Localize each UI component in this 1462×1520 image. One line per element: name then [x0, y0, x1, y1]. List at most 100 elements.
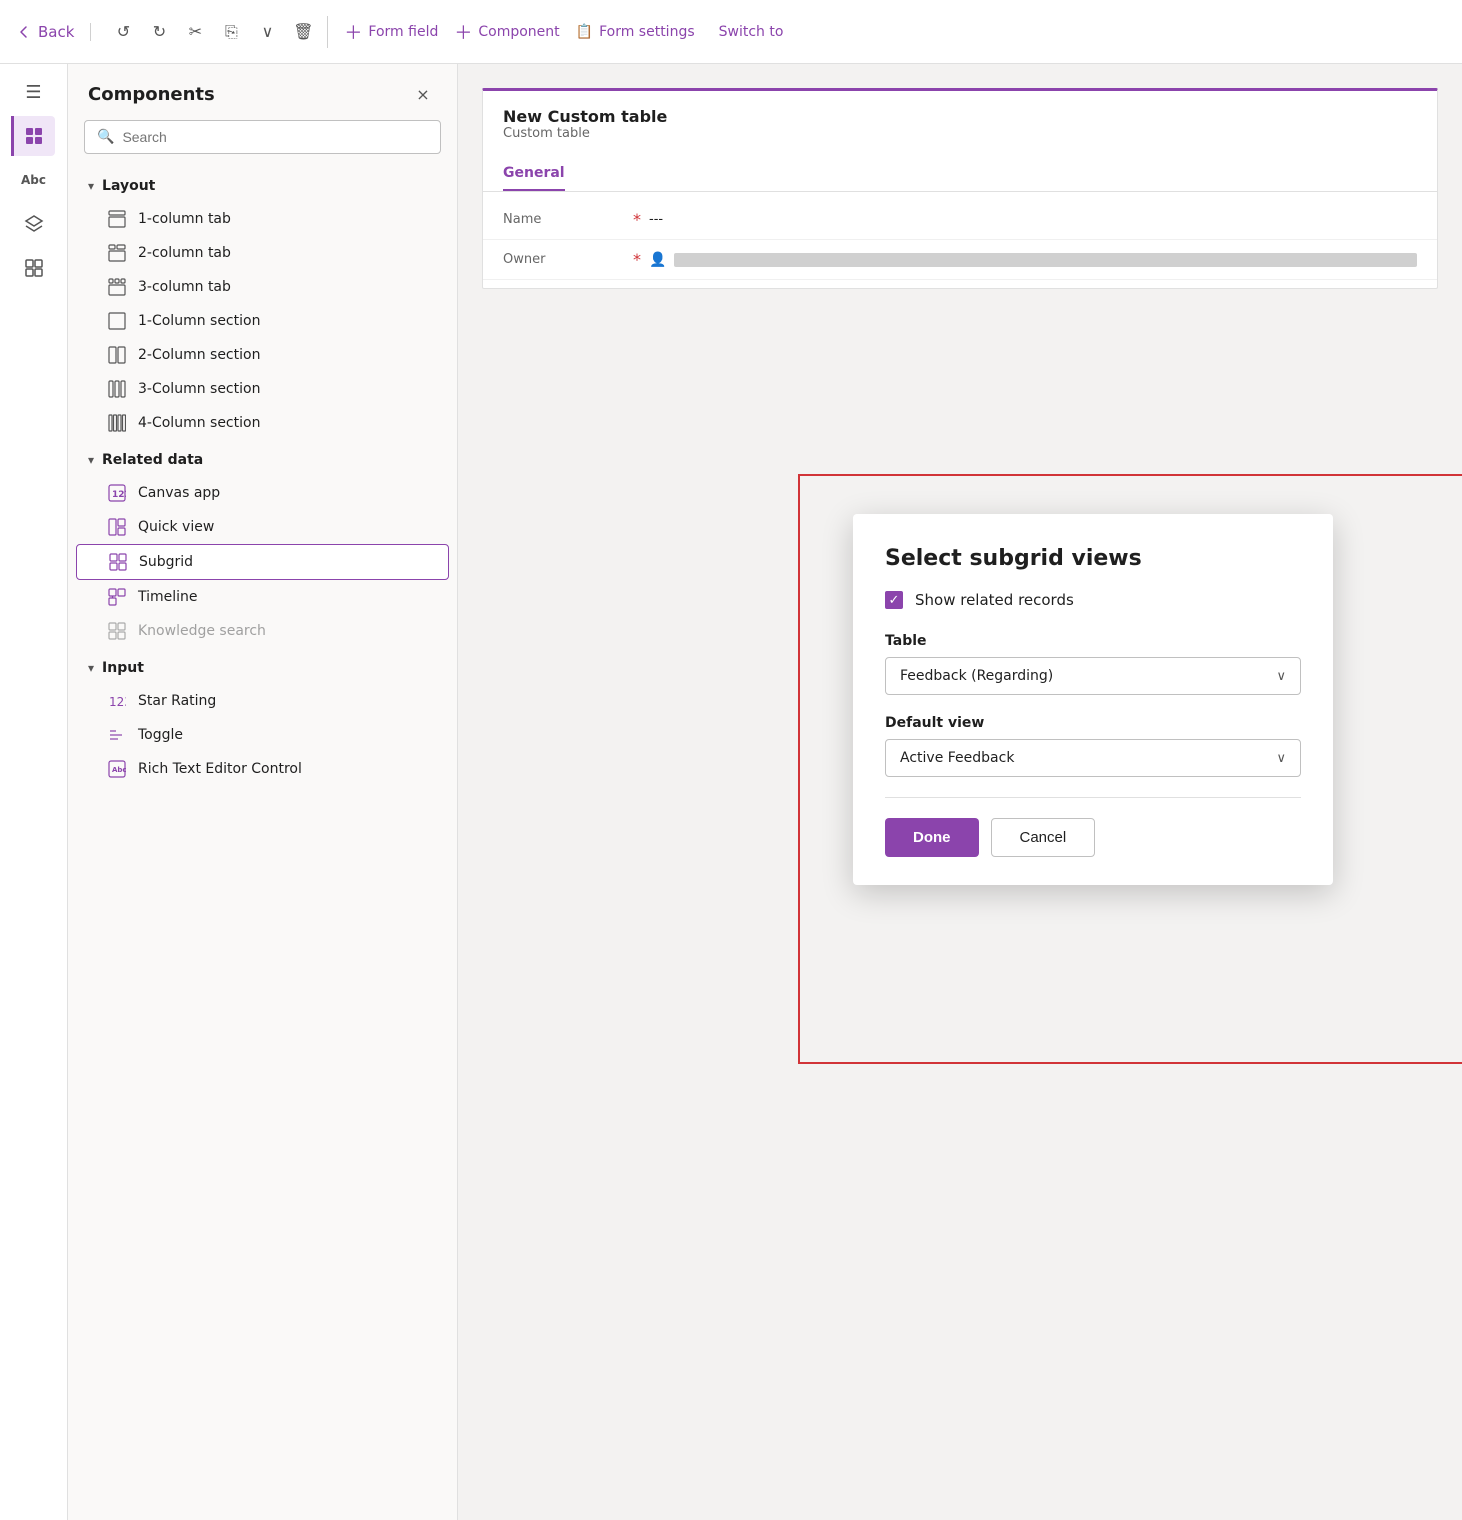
4col-section-label: 4-Column section	[138, 415, 260, 431]
form-fields: Name * --- Owner * 👤	[483, 192, 1437, 288]
dialog-buttons: Done Cancel	[885, 818, 1301, 857]
more-button[interactable]: ∨	[251, 16, 283, 48]
panel-close-button[interactable]: ×	[409, 80, 437, 108]
component-toggle[interactable]: Toggle	[76, 718, 449, 752]
form-tabs: General	[483, 157, 1437, 192]
3col-tab-icon	[108, 278, 126, 296]
component-label: Component	[478, 24, 559, 40]
owner-person-icon: 👤	[649, 252, 666, 268]
content-area: New Custom table Custom table General Na…	[458, 64, 1462, 1520]
3col-tab-label: 3-column tab	[138, 279, 231, 295]
component-star-rating[interactable]: 123 Star Rating	[76, 684, 449, 718]
checkbox-check-icon: ✓	[889, 593, 900, 608]
show-related-checkbox[interactable]: ✓	[885, 591, 903, 609]
section-layout[interactable]: ▾ Layout	[68, 166, 457, 202]
layers-icon	[24, 214, 44, 234]
redo-button[interactable]: ↻	[143, 16, 175, 48]
default-view-select-value: Active Feedback	[900, 750, 1014, 766]
field-owner-row: Owner * 👤	[483, 240, 1437, 280]
canvas-app-icon: 123	[108, 484, 126, 502]
back-button[interactable]: Back	[16, 23, 91, 41]
panel-header: Components ×	[68, 64, 457, 120]
component-knowledge-search: Knowledge search	[76, 614, 449, 648]
grid-icon	[24, 126, 44, 146]
component-3col-tab[interactable]: 3-column tab	[76, 270, 449, 304]
form-card-header: New Custom table Custom table	[483, 91, 1437, 149]
field-owner-label: Owner	[503, 252, 623, 267]
copy-button[interactable]: ⎘	[215, 16, 247, 48]
svg-text:123: 123	[109, 695, 126, 709]
component-3col-section[interactable]: 3-Column section	[76, 372, 449, 406]
table-select[interactable]: Feedback (Regarding) ∨	[885, 657, 1301, 695]
toolbar-actions: ＋ Form field ＋ Component 📋 Form settings…	[344, 19, 783, 45]
nav-item-grid[interactable]	[11, 116, 55, 156]
related-data-chevron-icon: ▾	[88, 453, 94, 467]
4col-section-icon	[108, 414, 126, 432]
1col-tab-icon	[108, 210, 126, 228]
timeline-label: Timeline	[138, 589, 198, 605]
nav-sidebar: ☰ Abc	[0, 64, 68, 1520]
default-view-field-label: Default view	[885, 715, 1301, 731]
form-settings-label: Form settings	[599, 24, 695, 40]
plus-icon-2: ＋	[454, 19, 472, 45]
nav-item-text[interactable]: Abc	[14, 160, 54, 200]
cancel-button[interactable]: Cancel	[991, 818, 1096, 857]
input-chevron-icon: ▾	[88, 661, 94, 675]
search-input[interactable]	[122, 129, 428, 145]
field-name-row: Name * ---	[483, 200, 1437, 240]
2col-section-label: 2-Column section	[138, 347, 260, 363]
component-subgrid[interactable]: Subgrid	[76, 544, 449, 580]
component-4col-section[interactable]: 4-Column section	[76, 406, 449, 440]
form-settings-button[interactable]: 📋 Form settings	[576, 24, 695, 40]
nav-item-layers[interactable]	[14, 204, 54, 244]
nav-item-menu[interactable]: ☰	[14, 72, 54, 112]
panel-title: Components	[88, 84, 215, 105]
tab-general[interactable]: General	[503, 157, 565, 191]
2col-tab-icon	[108, 244, 126, 262]
1col-section-label: 1-Column section	[138, 313, 260, 329]
undo-button[interactable]: ↺	[107, 16, 139, 48]
form-card: New Custom table Custom table General Na…	[482, 88, 1438, 289]
main-layout: ☰ Abc	[0, 64, 1462, 1520]
back-label: Back	[38, 23, 74, 41]
quick-view-label: Quick view	[138, 519, 214, 535]
done-button[interactable]: Done	[885, 818, 979, 857]
show-related-label: Show related records	[915, 591, 1074, 609]
component-quick-view[interactable]: Quick view	[76, 510, 449, 544]
add-component-button[interactable]: ＋ Component	[454, 19, 559, 45]
default-view-chevron-icon: ∨	[1276, 751, 1286, 766]
component-rich-text[interactable]: Abc Rich Text Editor Control	[76, 752, 449, 786]
component-timeline[interactable]: Timeline	[76, 580, 449, 614]
delete-button[interactable]: 🗑	[287, 16, 319, 48]
select-subgrid-dialog: Select subgrid views ✓ Show related reco…	[853, 514, 1333, 885]
component-1col-section[interactable]: 1-Column section	[76, 304, 449, 338]
panel-scroll[interactable]: ▾ Layout 1-column tab 2-column tab 3	[68, 166, 457, 1520]
switch-button[interactable]: Switch to	[719, 24, 784, 40]
component-canvas-app[interactable]: 123 Canvas app	[76, 476, 449, 510]
search-box[interactable]: 🔍	[84, 120, 441, 154]
input-section-label: Input	[102, 660, 144, 676]
field-owner-value	[674, 253, 1417, 267]
toolbar: Back ↺ ↻ ✂ ⎘ ∨ 🗑 ＋ Form field ＋ Componen…	[0, 0, 1462, 64]
canvas-app-label: Canvas app	[138, 485, 220, 501]
section-related-data[interactable]: ▾ Related data	[68, 440, 457, 476]
table-field-label: Table	[885, 633, 1301, 649]
1col-tab-label: 1-column tab	[138, 211, 231, 227]
nav-item-components[interactable]	[14, 248, 54, 288]
component-2col-section[interactable]: 2-Column section	[76, 338, 449, 372]
form-card-subtitle: Custom table	[503, 126, 1417, 141]
show-related-records-row: ✓ Show related records	[885, 591, 1301, 609]
toggle-icon	[108, 726, 126, 744]
add-form-field-button[interactable]: ＋ Form field	[344, 19, 438, 45]
cut-button[interactable]: ✂	[179, 16, 211, 48]
component-1col-tab[interactable]: 1-column tab	[76, 202, 449, 236]
form-card-title: New Custom table	[503, 107, 1417, 126]
component-2col-tab[interactable]: 2-column tab	[76, 236, 449, 270]
default-view-select[interactable]: Active Feedback ∨	[885, 739, 1301, 777]
section-input[interactable]: ▾ Input	[68, 648, 457, 684]
field-name-value: ---	[649, 212, 1417, 227]
3col-section-label: 3-Column section	[138, 381, 260, 397]
switch-label: Switch to	[719, 24, 784, 40]
rich-text-icon: Abc	[108, 760, 126, 778]
components-panel: Components × 🔍 ▾ Layout 1-column tab	[68, 64, 458, 1520]
